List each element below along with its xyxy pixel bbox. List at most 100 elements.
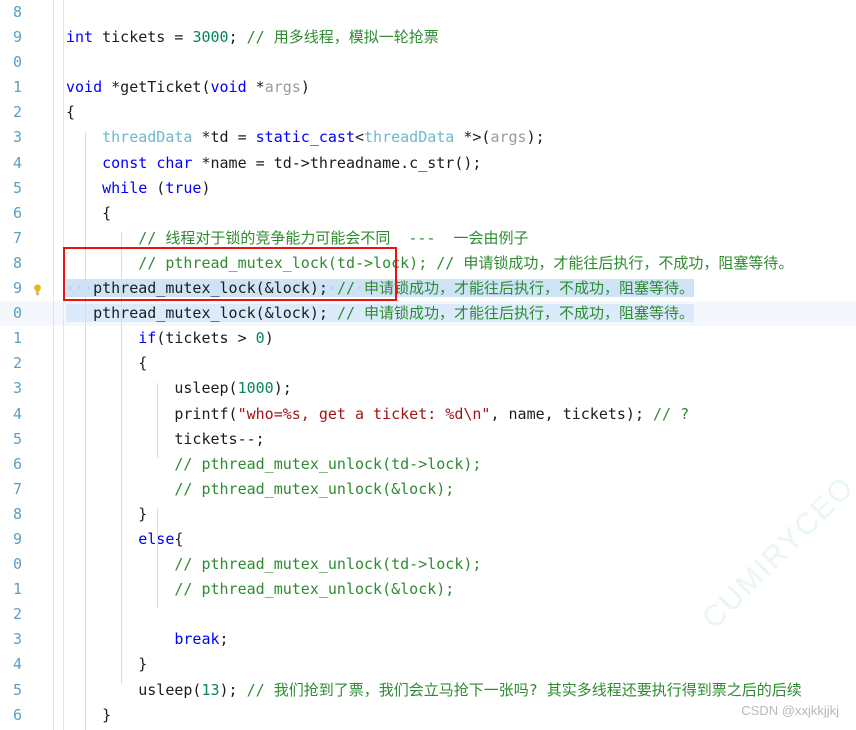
fold-column[interactable] <box>53 125 63 150</box>
fold-column[interactable] <box>53 351 63 376</box>
code-line-text[interactable]: } <box>63 652 856 677</box>
code-line[interactable]: 4 printf("who=%s, get a ticket: %d\n", n… <box>0 402 856 427</box>
code-line[interactable]: 6 // pthread_mutex_unlock(td->lock); <box>0 452 856 477</box>
fold-column[interactable] <box>53 502 63 527</box>
code-line[interactable]: 4 } <box>0 652 856 677</box>
code-line-text[interactable] <box>63 0 856 25</box>
line-number: 5 <box>12 178 22 197</box>
fold-column[interactable] <box>53 627 63 652</box>
fold-column[interactable] <box>53 176 63 201</box>
fold-column[interactable] <box>53 527 63 552</box>
code-line-text[interactable]: // pthread_mutex_unlock(td->lock); <box>63 552 856 577</box>
code-line-text[interactable]: { <box>63 351 856 376</box>
code-line[interactable]: 9 int tickets = 3000; // 用多线程，模拟一轮抢票 <box>0 25 856 50</box>
code-token: *>( <box>454 128 491 147</box>
code-line-text[interactable]: tickets--; <box>63 427 856 452</box>
code-line[interactable]: 7 // 线程对于锁的竞争能力可能会不同 --- 一会由例子 <box>0 226 856 251</box>
code-line[interactable]: 8 <box>0 0 856 25</box>
code-line[interactable]: 0 // pthread_mutex_unlock(td->lock); <box>0 552 856 577</box>
code-lines-container[interactable]: 8 9 int tickets = 3000; // 用多线程，模拟一轮抢票 0 1… <box>0 0 856 730</box>
fold-column[interactable] <box>53 201 63 226</box>
code-line-text[interactable]: else{ <box>63 527 856 552</box>
code-line[interactable]: 3 usleep(1000); <box>0 376 856 401</box>
fold-column[interactable] <box>53 326 63 351</box>
fold-column[interactable] <box>53 577 63 602</box>
code-line-text[interactable]: { <box>63 100 856 125</box>
code-line[interactable]: 1 // pthread_mutex_unlock(&lock); <box>0 577 856 602</box>
code-line[interactable]: 3 break; <box>0 627 856 652</box>
code-line-text[interactable]: { <box>63 201 856 226</box>
fold-column[interactable] <box>53 427 63 452</box>
code-line[interactable]: 1 void *getTicket(void *args) <box>0 75 856 100</box>
code-line[interactable]: 1 if(tickets > 0) <box>0 326 856 351</box>
code-line[interactable]: 2 { <box>0 351 856 376</box>
fold-column[interactable] <box>53 301 63 326</box>
gutter-icons <box>22 125 53 150</box>
code-line[interactable]: 2{ <box>0 100 856 125</box>
code-line-text[interactable]: // pthread_mutex_lock(td->lock); // 申请锁成… <box>63 251 856 276</box>
code-line[interactable]: 8 // pthread_mutex_lock(td->lock); // 申请… <box>0 251 856 276</box>
fold-column[interactable] <box>53 50 63 75</box>
fold-column[interactable] <box>53 678 63 703</box>
fold-column[interactable] <box>53 276 63 301</box>
fold-column[interactable] <box>53 0 63 25</box>
code-line-text[interactable] <box>63 602 856 627</box>
gutter-icons <box>22 176 53 201</box>
fold-column[interactable] <box>53 100 63 125</box>
code-line-text[interactable]: void *getTicket(void *args) <box>63 75 856 100</box>
code-line[interactable]: 5 while (true) <box>0 176 856 201</box>
code-line[interactable]: 4 const char *name = td->threadname.c_st… <box>0 151 856 176</box>
fold-column[interactable] <box>53 251 63 276</box>
code-line[interactable]: 3 threadData *td = static_cast<threadDat… <box>0 125 856 150</box>
code-line[interactable]: 8 } <box>0 502 856 527</box>
fold-column[interactable] <box>53 25 63 50</box>
fold-column[interactable] <box>53 151 63 176</box>
fold-column[interactable] <box>53 602 63 627</box>
fold-column[interactable] <box>53 452 63 477</box>
code-line[interactable]: 2 <box>0 602 856 627</box>
fold-column[interactable] <box>53 75 63 100</box>
fold-column[interactable] <box>53 226 63 251</box>
fold-column[interactable] <box>53 552 63 577</box>
code-line-text[interactable]: if(tickets > 0) <box>63 326 856 351</box>
code-editor[interactable]: CUMIRYCEO 8 9 int tickets = 3000; // 用多线程… <box>0 0 856 730</box>
code-line-text[interactable]: printf("who=%s, get a ticket: %d\n", nam… <box>63 402 856 427</box>
code-line[interactable]: 0 <box>0 50 856 75</box>
code-line-text[interactable]: int tickets = 3000; // 用多线程，模拟一轮抢票 <box>63 25 856 50</box>
code-line-text[interactable]: usleep(13); // 我们抢到了票，我们会立马抢下一张吗? 其实多线程还… <box>63 678 856 703</box>
code-line-text[interactable]: } <box>63 502 856 527</box>
gutter-icons <box>22 477 53 502</box>
code-line[interactable]: 6 { <box>0 201 856 226</box>
code-line[interactable]: 9 ···pthread_mutex_lock(&lock);·//·申请锁成功，… <box>0 276 856 301</box>
code-line-text[interactable]: // 线程对于锁的竞争能力可能会不同 --- 一会由例子 <box>63 226 856 251</box>
code-line[interactable]: 7 // pthread_mutex_unlock(&lock); <box>0 477 856 502</box>
code-line-text[interactable] <box>63 50 856 75</box>
code-line-text[interactable]: pthread_mutex_lock(&lock); // 申请锁成功，才能往后… <box>63 301 856 326</box>
code-line-text[interactable]: break; <box>63 627 856 652</box>
code-line-text[interactable]: usleep(1000); <box>63 376 856 401</box>
code-line-text[interactable]: threadData *td = static_cast<threadData … <box>63 125 856 150</box>
code-line-text[interactable]: // pthread_mutex_unlock(&lock); <box>63 477 856 502</box>
fold-column[interactable] <box>53 703 63 728</box>
code-line[interactable]: 9 else{ <box>0 527 856 552</box>
code-line[interactable]: 6 } <box>0 703 856 728</box>
fold-column[interactable] <box>53 652 63 677</box>
code-line-text[interactable]: while (true) <box>63 176 856 201</box>
code-token: ( <box>147 178 166 197</box>
fold-column[interactable] <box>53 477 63 502</box>
code-line[interactable]: 0 pthread_mutex_lock(&lock); // 申请锁成功，才能… <box>0 301 856 327</box>
code-line-text[interactable]: ···pthread_mutex_lock(&lock);·//·申请锁成功，才… <box>63 276 856 301</box>
gutter-icons <box>22 652 53 677</box>
code-line-text[interactable]: } <box>63 703 856 728</box>
code-line-text[interactable]: const char *name = td->threadname.c_str(… <box>63 151 856 176</box>
code-line-text[interactable]: // pthread_mutex_unlock(td->lock); <box>63 452 856 477</box>
line-number: 5 <box>12 429 22 448</box>
fold-column[interactable] <box>53 402 63 427</box>
fold-column[interactable] <box>53 376 63 401</box>
lightbulb-icon[interactable] <box>31 282 44 296</box>
code-line[interactable]: 5 tickets--; <box>0 427 856 452</box>
code-line[interactable]: 5 usleep(13); // 我们抢到了票，我们会立马抢下一张吗? 其实多线… <box>0 678 856 703</box>
code-line-text[interactable]: // pthread_mutex_unlock(&lock); <box>63 577 856 602</box>
